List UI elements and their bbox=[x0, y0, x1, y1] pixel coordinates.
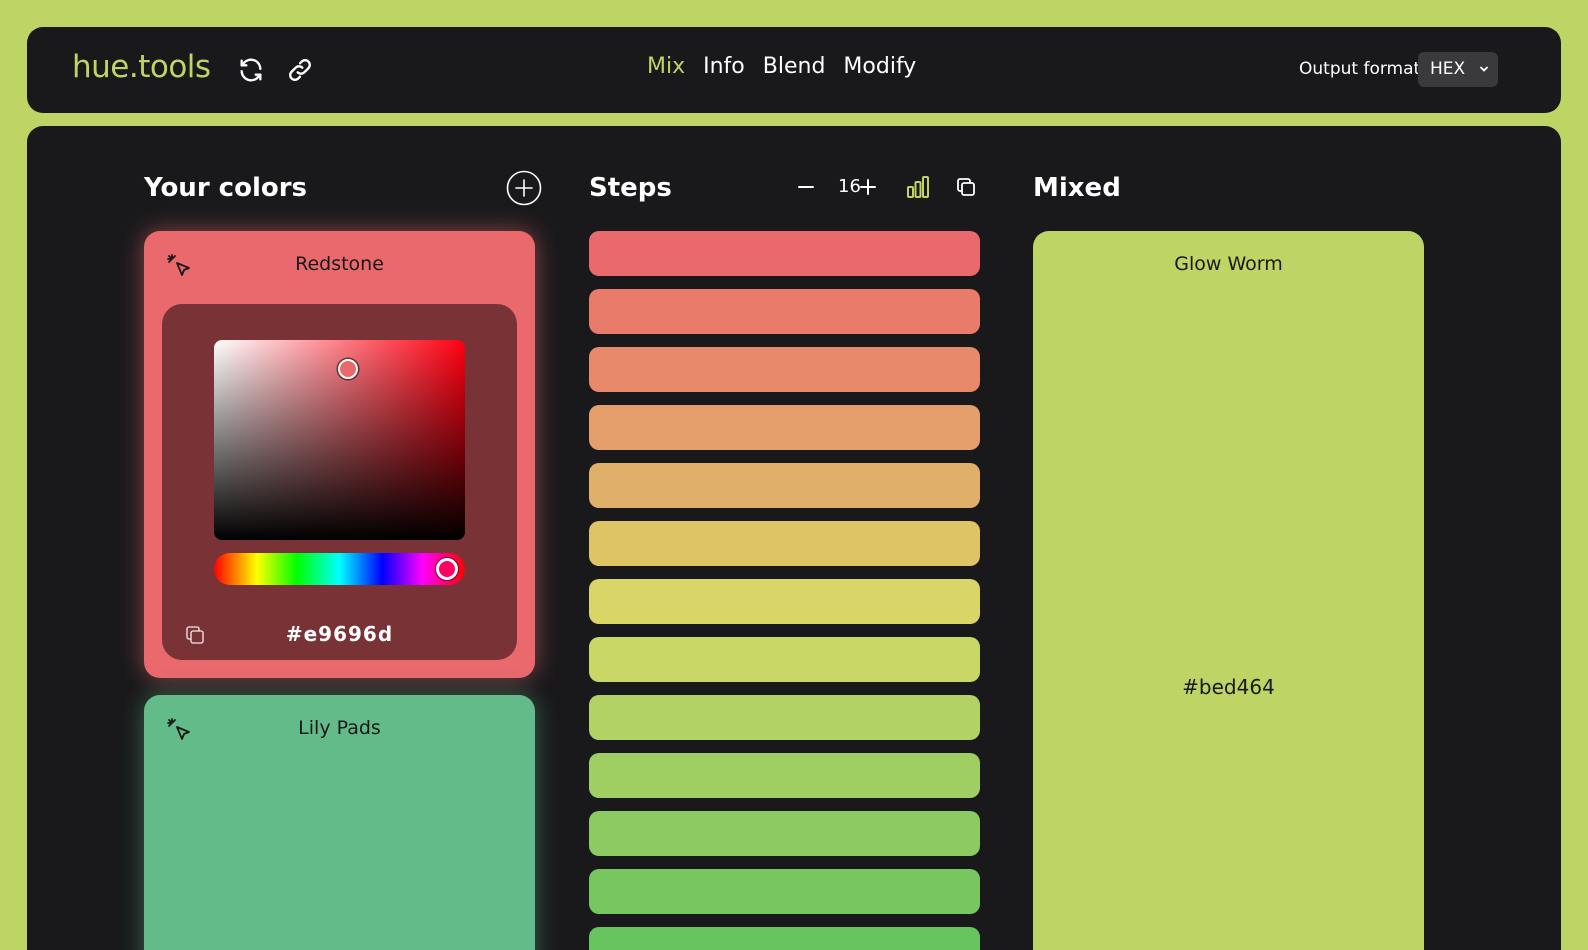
color-name: Redstone bbox=[295, 253, 384, 275]
plus-circle-icon[interactable] bbox=[506, 170, 542, 206]
output-format-label: Output format: bbox=[1299, 59, 1426, 79]
nav-mix[interactable]: Mix bbox=[647, 54, 685, 79]
main-nav: Mix Info Blend Modify bbox=[647, 54, 916, 79]
step-swatch[interactable] bbox=[589, 927, 980, 950]
nav-info[interactable]: Info bbox=[703, 54, 745, 79]
step-swatch[interactable] bbox=[589, 405, 980, 450]
saturation-value-area[interactable] bbox=[214, 340, 465, 540]
step-swatch[interactable] bbox=[589, 463, 980, 508]
step-swatch[interactable] bbox=[589, 637, 980, 682]
output-format-value: HEX bbox=[1430, 59, 1466, 79]
step-swatch[interactable] bbox=[589, 521, 980, 566]
your-colors-title: Your colors bbox=[144, 173, 308, 203]
chevron-down-icon bbox=[1480, 66, 1488, 72]
step-swatch[interactable] bbox=[589, 347, 980, 392]
step-swatch[interactable] bbox=[589, 695, 980, 740]
logo[interactable]: hue.tools bbox=[72, 49, 211, 85]
sv-handle[interactable] bbox=[338, 359, 358, 379]
step-swatch[interactable] bbox=[589, 811, 980, 856]
nav-blend[interactable]: Blend bbox=[763, 54, 826, 79]
color-name: Lily Pads bbox=[298, 717, 381, 739]
main-panel: Your colors Redstone #e9696d Lily Pads S… bbox=[27, 126, 1561, 950]
copy-icon[interactable] bbox=[955, 176, 977, 198]
top-bar: hue.tools Mix Info Blend Modify Output f… bbox=[27, 27, 1561, 113]
nav-modify[interactable]: Modify bbox=[843, 54, 916, 79]
hue-slider[interactable] bbox=[214, 553, 465, 585]
link-icon[interactable] bbox=[286, 56, 314, 84]
mixed-title: Mixed bbox=[1033, 173, 1121, 203]
step-swatch[interactable] bbox=[589, 753, 980, 798]
mixed-color-hex[interactable]: #bed464 bbox=[1033, 675, 1424, 699]
mixed-color-name: Glow Worm bbox=[1174, 253, 1283, 275]
step-swatch[interactable] bbox=[589, 869, 980, 914]
plus-icon[interactable] bbox=[859, 178, 877, 196]
output-format-select[interactable]: HEX bbox=[1418, 52, 1498, 87]
step-swatch[interactable] bbox=[589, 231, 980, 276]
steps-title: Steps bbox=[589, 173, 672, 203]
mixed-color-card[interactable]: Glow Worm #bed464 bbox=[1033, 231, 1424, 950]
color-card-redstone: Redstone #e9696d bbox=[144, 231, 535, 678]
color-card-lily-pads: Lily Pads bbox=[144, 695, 535, 950]
step-count[interactable]: 16 bbox=[838, 176, 861, 197]
hue-handle[interactable] bbox=[436, 558, 458, 580]
step-swatch[interactable] bbox=[589, 289, 980, 334]
color-hex[interactable]: #e9696d bbox=[162, 622, 517, 646]
minus-icon[interactable] bbox=[797, 178, 815, 196]
step-swatch[interactable] bbox=[589, 579, 980, 624]
bar-chart-icon[interactable] bbox=[906, 175, 930, 199]
refresh-icon[interactable] bbox=[237, 56, 265, 84]
color-picker: #e9696d bbox=[162, 304, 517, 660]
